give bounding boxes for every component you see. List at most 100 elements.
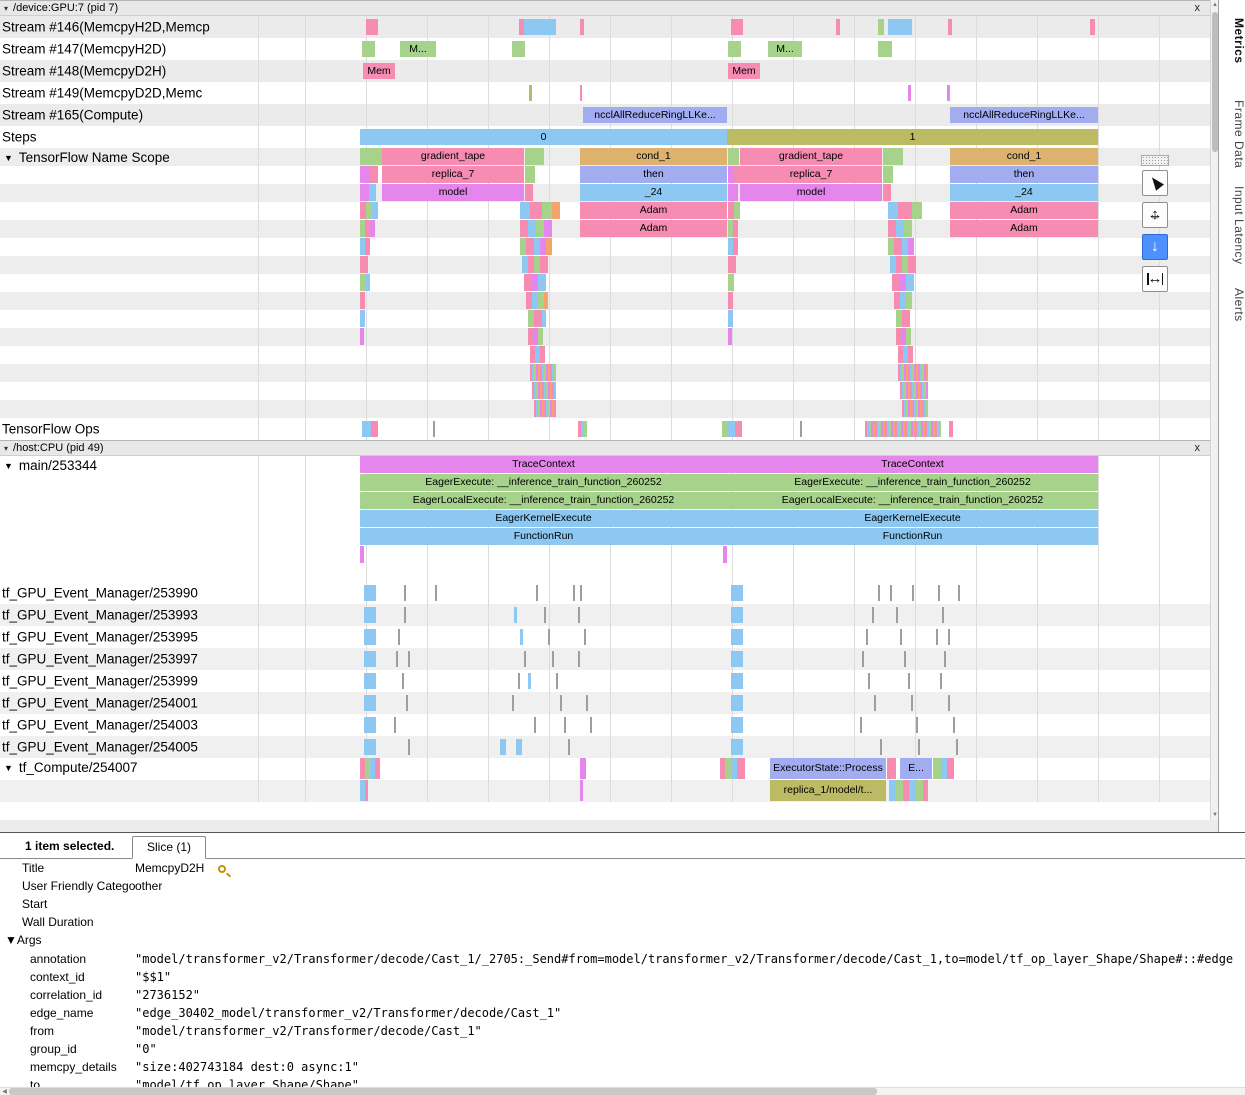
trace-tick[interactable] (512, 695, 514, 711)
trace-slice[interactable]: FunctionRun (360, 528, 727, 545)
trace-slice[interactable] (526, 238, 534, 255)
trace-slice[interactable] (947, 758, 954, 779)
trace-tick[interactable] (590, 717, 592, 733)
trace-slice[interactable] (949, 421, 953, 437)
trace-slice[interactable]: model (740, 184, 882, 201)
collapse-icon[interactable]: ▼ (4, 461, 13, 471)
trace-slice[interactable] (836, 19, 840, 35)
trace-slice[interactable] (731, 739, 743, 755)
trace-slice[interactable] (728, 328, 732, 345)
trace-tick[interactable] (862, 651, 864, 667)
trace-tick[interactable] (406, 695, 408, 711)
trace-slice[interactable]: E... (900, 758, 932, 779)
trace-tick[interactable] (548, 629, 550, 645)
trace-slice[interactable] (528, 673, 531, 689)
trace-tick[interactable] (396, 651, 398, 667)
trace-slice[interactable] (360, 256, 368, 273)
trace-slice[interactable] (525, 148, 544, 165)
trace-slice[interactable]: TraceContext (360, 456, 727, 473)
trace-slice[interactable] (534, 400, 556, 417)
trace-slice[interactable]: EagerKernelExecute (360, 510, 727, 527)
trace-slice[interactable] (516, 739, 522, 755)
trace-slice[interactable]: EagerExecute: __inference_train_function… (727, 474, 1098, 491)
trace-slice[interactable] (731, 695, 743, 711)
trace-slice[interactable] (512, 41, 525, 57)
trace-slice[interactable]: M... (768, 41, 802, 57)
trace-slice[interactable] (366, 274, 370, 291)
trace-tick[interactable] (880, 739, 882, 755)
trace-slice[interactable] (362, 421, 371, 437)
trace-tick[interactable] (580, 85, 582, 101)
trace-slice[interactable] (360, 292, 365, 309)
trace-tick[interactable] (408, 739, 410, 755)
trace-slice[interactable] (902, 400, 928, 417)
args-toggle[interactable]: ▼Args (0, 931, 1245, 950)
trace-slice[interactable] (370, 220, 375, 237)
trace-tick[interactable] (578, 607, 580, 623)
trace-tick[interactable] (568, 739, 570, 755)
trace-slice[interactable] (365, 238, 370, 255)
trace-slice[interactable] (520, 202, 530, 219)
trace-slice[interactable] (364, 739, 376, 755)
trace-slice[interactable] (908, 346, 913, 363)
trace-slice[interactable] (364, 717, 376, 733)
trace-tick[interactable] (866, 629, 868, 645)
trace-slice[interactable] (525, 166, 535, 183)
trace-tick[interactable] (435, 585, 437, 601)
trace-slice[interactable] (731, 585, 743, 601)
trace-tick[interactable] (556, 673, 558, 689)
trace-slice[interactable] (906, 292, 912, 309)
side-tab-alerts[interactable]: Alerts (1219, 288, 1245, 322)
trace-slice[interactable] (362, 41, 375, 57)
trace-slice[interactable] (728, 310, 733, 327)
trace-slice[interactable] (360, 166, 370, 183)
magnifier-icon[interactable] (218, 865, 226, 873)
trace-slice[interactable] (364, 629, 376, 645)
trace-slice[interactable] (865, 421, 941, 437)
trace-slice[interactable] (731, 651, 743, 667)
trace-slice[interactable] (580, 780, 583, 801)
trace-tick[interactable] (398, 629, 400, 645)
trace-slice[interactable] (514, 607, 517, 623)
trace-slice[interactable] (1090, 19, 1095, 35)
trace-tick[interactable] (948, 695, 950, 711)
trace-tick[interactable] (890, 585, 892, 601)
trace-slice[interactable] (524, 274, 532, 291)
trace-tick[interactable] (524, 651, 526, 667)
trace-slice[interactable] (538, 274, 546, 291)
trace-slice[interactable] (908, 256, 916, 273)
trace-tick[interactable] (878, 585, 880, 601)
trace-slice[interactable] (892, 274, 900, 291)
trace-slice[interactable] (360, 310, 365, 327)
trace-tick[interactable] (956, 739, 958, 755)
scroll-left-icon[interactable]: ◀ (0, 1088, 9, 1095)
trace-slice[interactable] (731, 629, 743, 645)
close-button[interactable]: x (1195, 1, 1201, 16)
trace-slice[interactable] (524, 19, 556, 35)
trace-tick[interactable] (900, 629, 902, 645)
trace-tick[interactable] (518, 673, 520, 689)
trace-slice[interactable]: M... (400, 41, 436, 57)
trace-slice[interactable] (528, 220, 536, 237)
trace-slice[interactable]: cond_1 (950, 148, 1098, 165)
trace-slice[interactable] (364, 695, 376, 711)
trace-slice[interactable] (902, 310, 910, 327)
trace-tick[interactable] (958, 585, 960, 601)
side-tab-frame-data[interactable]: Frame Data (1219, 100, 1245, 168)
collapse-icon[interactable]: ▾ (4, 444, 8, 453)
trace-slice[interactable]: replica_7 (382, 166, 524, 183)
trace-slice[interactable] (530, 202, 542, 219)
close-button[interactable]: x (1195, 441, 1201, 456)
trace-slice[interactable] (371, 421, 378, 437)
trace-tick[interactable] (560, 695, 562, 711)
trace-slice[interactable] (360, 546, 364, 563)
trace-slice[interactable] (731, 607, 743, 623)
trace-tick[interactable] (544, 607, 546, 623)
trace-tick[interactable] (534, 717, 536, 733)
trace-slice[interactable] (542, 202, 552, 219)
trace-slice[interactable] (898, 364, 928, 381)
trace-slice[interactable] (375, 758, 380, 779)
trace-slice[interactable] (532, 382, 556, 399)
trace-slice[interactable] (888, 202, 898, 219)
trace-slice[interactable] (734, 202, 740, 219)
